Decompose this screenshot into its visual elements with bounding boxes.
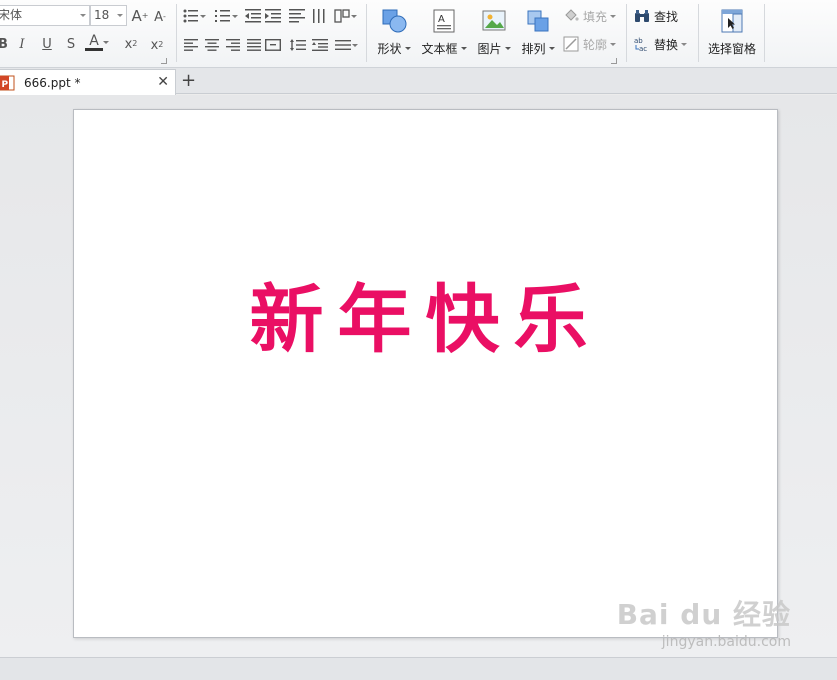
decrease-indent-icon[interactable]: [244, 7, 262, 25]
outline-label: 轮廓: [583, 37, 608, 52]
text-wrap-icon[interactable]: [288, 7, 306, 25]
strikethrough-icon[interactable]: S: [62, 35, 80, 53]
selection-pane-icon: [719, 8, 745, 34]
svg-text:P: P: [2, 80, 9, 90]
replace-icon: ab ac: [634, 36, 650, 53]
justify-icon[interactable]: [245, 36, 263, 54]
insert-dialog-launcher-icon[interactable]: [611, 58, 617, 64]
bullet-list-icon[interactable]: [182, 7, 206, 25]
svg-text:ab: ab: [634, 37, 643, 45]
replace-button[interactable]: ab ac 替换: [634, 34, 688, 54]
textbox-label: 文本框: [421, 42, 458, 56]
subscript-icon[interactable]: x2: [148, 36, 166, 54]
increase-indent-icon[interactable]: [264, 7, 282, 25]
shape-label: 形状: [377, 42, 402, 56]
align-right-icon[interactable]: [224, 36, 242, 54]
ribbon: 宋体 18 A + A- B I U S A x2 x2 形状 A 文本框 图片…: [0, 0, 837, 68]
textbox-button[interactable]: A 文本框: [420, 6, 468, 62]
svg-text:ac: ac: [639, 45, 647, 52]
numbered-list-icon[interactable]: [214, 7, 238, 25]
status-bar: [0, 657, 837, 680]
bold-icon[interactable]: B: [0, 35, 12, 53]
find-button[interactable]: 查找: [634, 6, 678, 26]
document-tab-title: 666.ppt *: [24, 75, 81, 90]
ppt-file-icon: P: [0, 75, 18, 91]
picture-icon: [481, 8, 507, 34]
arrange-label: 排列: [521, 42, 546, 56]
binoculars-icon: [634, 8, 650, 24]
selection-pane-label: 选择窗格: [707, 42, 756, 56]
watermark-url: jingyan.baidu.com: [661, 634, 791, 650]
font-group: 宋体 18 A + A- B I U S A x2 x2: [0, 0, 176, 68]
paragraph-spacing-icon[interactable]: [311, 36, 329, 54]
font-size-value: 18: [94, 8, 110, 22]
watermark-logo: Bai du 经验: [616, 598, 791, 631]
font-color-icon[interactable]: A: [85, 33, 109, 51]
picture-button[interactable]: 图片: [474, 6, 514, 62]
slide-canvas[interactable]: 新年快乐: [73, 109, 778, 638]
textbox-icon: A: [431, 8, 457, 34]
svg-text:A: A: [438, 14, 445, 25]
shape-button[interactable]: 形状: [374, 6, 414, 62]
font-name-select[interactable]: 宋体: [0, 5, 90, 26]
align-left-icon[interactable]: [182, 36, 200, 54]
superscript-icon[interactable]: x2: [122, 35, 140, 53]
paragraph-group: [176, 0, 366, 68]
align-center-icon[interactable]: [203, 36, 221, 54]
arrange-button[interactable]: 排列: [518, 6, 558, 62]
font-size-select[interactable]: 18: [90, 5, 127, 26]
edit-group: 查找 ab ac 替换: [626, 0, 698, 68]
shrink-font-icon[interactable]: A-: [151, 8, 169, 26]
grow-font-icon[interactable]: A +: [131, 7, 149, 25]
replace-label: 替换: [654, 37, 679, 52]
fill-button[interactable]: 填充: [563, 6, 617, 26]
outline-icon: [563, 36, 579, 52]
insert-group: 形状 A 文本框 图片 排列 填充 轮廓: [366, 0, 626, 68]
column-spacing-icon[interactable]: [334, 36, 358, 54]
distributed-icon[interactable]: [264, 36, 282, 54]
italic-icon[interactable]: I: [13, 35, 31, 53]
arrange-icon: [525, 8, 551, 34]
document-tab-bar: P 666.ppt * ✕: [0, 68, 837, 95]
shape-icon: [381, 8, 407, 34]
document-tab[interactable]: P 666.ppt * ✕: [0, 69, 176, 95]
align-text-icon[interactable]: [333, 7, 357, 25]
fill-label: 填充: [583, 9, 608, 24]
picture-label: 图片: [477, 42, 502, 56]
watermark: Bai du 经验 jingyan.baidu.com: [616, 598, 791, 651]
font-dialog-launcher-icon[interactable]: [161, 58, 167, 64]
underline-icon[interactable]: U: [38, 35, 56, 53]
find-label: 查找: [654, 9, 679, 24]
add-tab-icon[interactable]: +: [181, 72, 196, 90]
text-direction-icon[interactable]: [311, 7, 329, 25]
line-spacing-icon[interactable]: [289, 36, 307, 54]
font-name-value: 宋体: [0, 8, 23, 22]
outline-button[interactable]: 轮廓: [563, 34, 617, 54]
fill-bucket-icon: [563, 8, 579, 24]
selection-pane-button[interactable]: 选择窗格: [704, 6, 760, 62]
slide-title-text[interactable]: 新年快乐: [74, 280, 777, 360]
close-tab-icon[interactable]: ✕: [157, 75, 169, 89]
